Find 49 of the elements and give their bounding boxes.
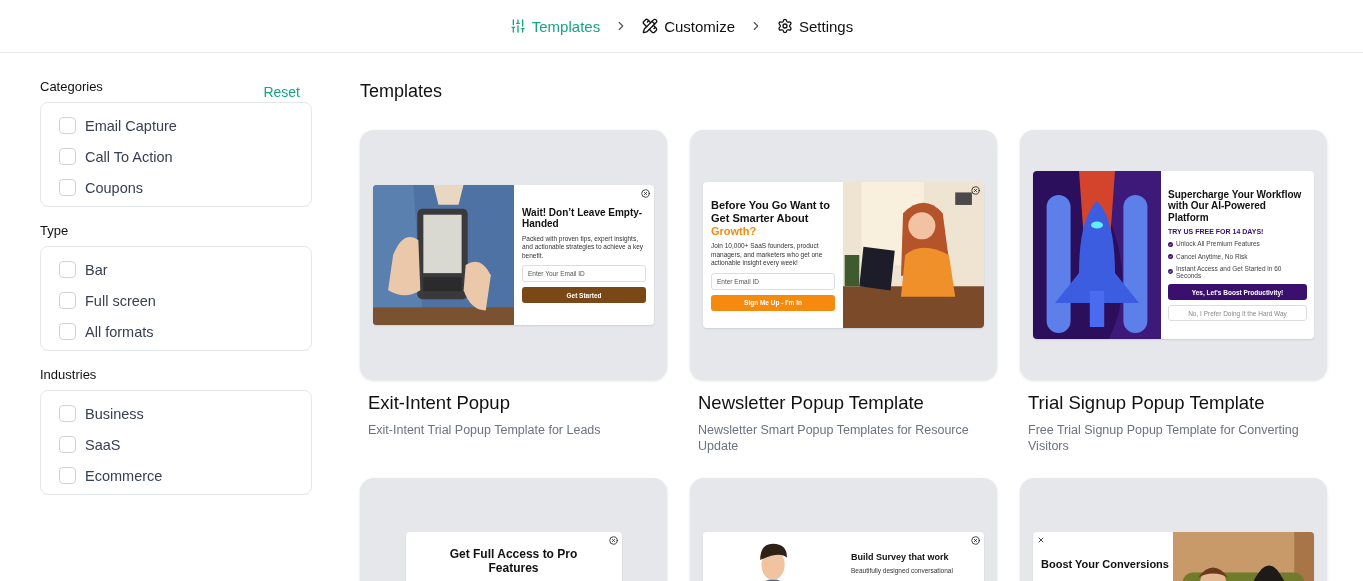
template-name: Newsletter Popup Template bbox=[698, 392, 925, 414]
sliders-icon bbox=[509, 18, 526, 34]
filter-option[interactable]: Business bbox=[59, 405, 144, 422]
filter-option[interactable]: Coupons bbox=[59, 179, 144, 196]
checkbox[interactable] bbox=[59, 323, 76, 340]
filter-option[interactable]: Email Capture bbox=[59, 117, 177, 134]
close-icon[interactable] bbox=[1037, 536, 1045, 544]
filter-group-title: Industries bbox=[40, 367, 97, 382]
step-tab[interactable]: Settings bbox=[777, 17, 854, 35]
checkbox[interactable] bbox=[59, 467, 76, 484]
filter-group-title: Categories bbox=[40, 79, 103, 94]
pencil-ruler-icon bbox=[642, 18, 659, 34]
close-icon[interactable] bbox=[641, 189, 650, 198]
checkbox[interactable] bbox=[59, 292, 76, 309]
checkbox[interactable] bbox=[59, 117, 76, 134]
filter-option[interactable]: Ecommerce bbox=[59, 467, 163, 484]
popup-title: Build Survey that work bbox=[851, 552, 950, 563]
close-icon[interactable] bbox=[608, 536, 618, 545]
template-name: Trial Signup Popup Template bbox=[1028, 392, 1266, 414]
check-icon bbox=[1168, 269, 1173, 275]
check-icon bbox=[1168, 253, 1173, 259]
close-icon[interactable] bbox=[971, 186, 980, 195]
popup-title: Before You Go Want to Get Smarter About Growth? bbox=[711, 199, 831, 238]
template-name: Exit-Intent Popup bbox=[368, 392, 511, 414]
filter-option[interactable]: Full screen bbox=[59, 292, 156, 309]
section-title: Templates bbox=[360, 81, 443, 102]
checkbox[interactable] bbox=[59, 405, 76, 422]
template-description: Newsletter Smart Popup Templates for Resource Update bbox=[698, 422, 970, 454]
checkbox[interactable] bbox=[59, 436, 76, 453]
checkbox[interactable] bbox=[59, 179, 76, 196]
filter-option[interactable]: Call To Action bbox=[59, 148, 173, 165]
template-description: Free Trial Signup Popup Template for Converting Visitors bbox=[1028, 422, 1300, 454]
filter-option[interactable]: SaaS bbox=[59, 436, 121, 453]
filter-group-title: Type bbox=[40, 223, 69, 238]
checkbox[interactable] bbox=[59, 148, 76, 165]
close-icon[interactable] bbox=[971, 536, 980, 545]
filter-option[interactable]: All formats bbox=[59, 323, 154, 340]
popup-title: Wait! Don’t Leave Empty-Handed bbox=[522, 206, 644, 230]
popup-title: Supercharge Your Workflow with Our AI-Powered Platform bbox=[1168, 188, 1303, 224]
template-preview[interactable]: Get Full Access to Pro Features bbox=[360, 478, 667, 581]
filter-option[interactable]: Bar bbox=[59, 261, 108, 278]
template-preview[interactable]: Boost Your Conversions bbox=[1020, 478, 1327, 581]
settings-icon bbox=[777, 18, 793, 34]
check-icon bbox=[1168, 241, 1173, 247]
step-tab[interactable]: Customize bbox=[642, 17, 735, 35]
template-description: Exit-Intent Trial Popup Template for Leads bbox=[368, 422, 602, 438]
popup-title: Get Full Access to Pro Features bbox=[448, 548, 579, 576]
template-preview[interactable] bbox=[1020, 130, 1327, 380]
checkbox[interactable] bbox=[59, 261, 76, 278]
